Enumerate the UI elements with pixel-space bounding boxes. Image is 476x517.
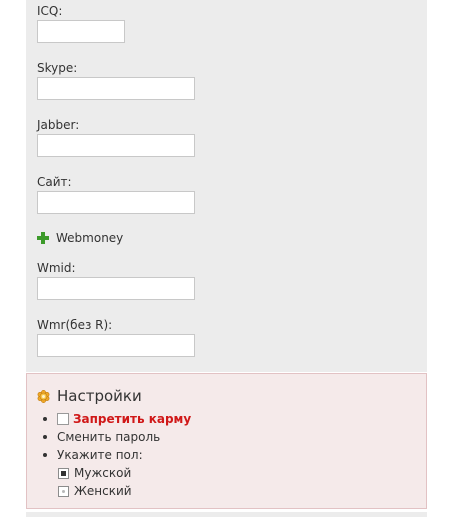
male-label[interactable]: Мужской (74, 466, 131, 480)
jabber-input[interactable] (37, 134, 195, 157)
site-field: Сайт: (37, 175, 195, 214)
male-radio[interactable] (58, 467, 69, 479)
bullet (43, 453, 47, 457)
gender-label: Укажите пол: (57, 448, 143, 462)
jabber-label: Jabber: (37, 118, 80, 132)
next-panel-edge (26, 512, 427, 517)
gender-option-female[interactable]: Женский (58, 483, 132, 499)
profile-edit-page: ICQ: Skype: Jabber: Сайт: Webmoney Wmid:… (0, 0, 476, 517)
wmr-label: Wmr(без R): (37, 318, 113, 332)
forbid-karma-checkbox[interactable] (57, 413, 69, 425)
settings-title: Настройки (57, 387, 142, 405)
female-label[interactable]: Женский (74, 484, 132, 498)
webmoney-title: Webmoney (56, 231, 124, 245)
skype-field: Skype: (37, 61, 195, 100)
bullet (43, 417, 47, 421)
gender-option-male[interactable]: Мужской (58, 465, 131, 481)
wmr-input[interactable] (37, 334, 195, 357)
jabber-field: Jabber: (37, 118, 195, 157)
site-label: Сайт: (37, 175, 72, 189)
contacts-panel: ICQ: Skype: Jabber: Сайт: Webmoney Wmid:… (26, 0, 427, 372)
female-radio[interactable] (58, 485, 69, 497)
site-input[interactable] (37, 191, 195, 214)
change-password-row: Сменить пароль (43, 429, 160, 445)
icq-label: ICQ: (37, 4, 63, 18)
change-password-link[interactable]: Сменить пароль (57, 430, 160, 444)
wmr-field: Wmr(без R): (37, 318, 195, 357)
plus-icon[interactable] (37, 232, 49, 244)
icq-input[interactable] (37, 20, 125, 43)
gender-row: Укажите пол: (43, 447, 143, 463)
forbid-karma-row: Запретить карму (43, 411, 191, 427)
wmid-label: Wmid: (37, 261, 76, 275)
icq-field: ICQ: (37, 4, 125, 43)
skype-label: Skype: (37, 61, 78, 75)
skype-input[interactable] (37, 77, 195, 100)
forbid-karma-label[interactable]: Запретить карму (73, 412, 191, 426)
settings-header: Настройки (37, 387, 142, 405)
wmid-input[interactable] (37, 277, 195, 300)
webmoney-section-header[interactable]: Webmoney (37, 230, 123, 246)
gear-icon (37, 389, 50, 403)
bullet (43, 435, 47, 439)
settings-panel: Настройки Запретить карму Сменить пароль… (26, 373, 427, 509)
wmid-field: Wmid: (37, 261, 195, 300)
